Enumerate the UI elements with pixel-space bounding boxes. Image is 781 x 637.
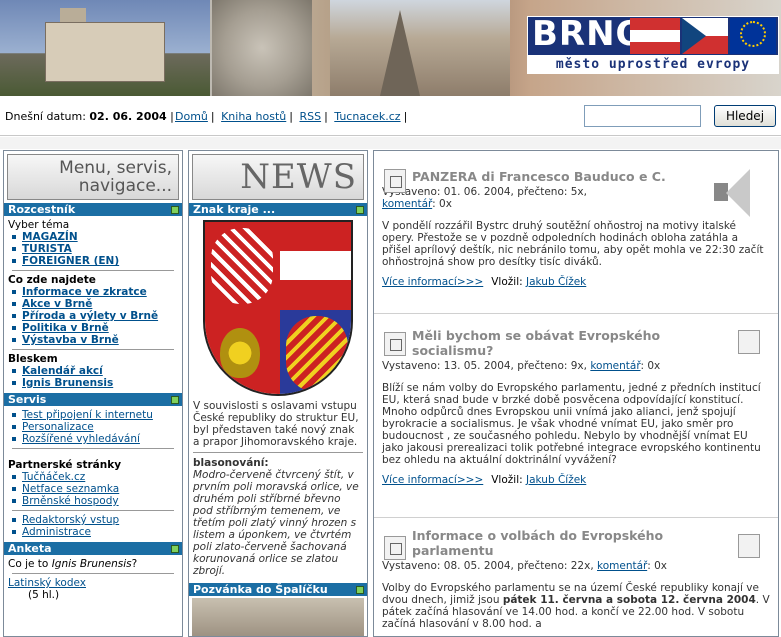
home-link[interactable]: Domů bbox=[175, 110, 208, 123]
poll-option-link[interactable]: Latinský kodex bbox=[8, 577, 86, 589]
article-title[interactable]: Informace o volbách do Evropského parlam… bbox=[412, 528, 682, 558]
region-coat-of-arms-image bbox=[203, 220, 353, 396]
article-body: Blíží se nám volby do Evropského parlame… bbox=[382, 382, 761, 466]
find-construction-link[interactable]: Výstavba v Brně bbox=[22, 334, 119, 346]
servis-header: Servis bbox=[4, 393, 182, 406]
article-meta: Vystaveno: 13. 05. 2004, přečteno: 9x, k… bbox=[382, 360, 661, 372]
article-meta: Vystaveno: 08. 05. 2004, přečteno: 22x, … bbox=[382, 560, 667, 572]
poll-votes: (5 hl.) bbox=[28, 589, 60, 601]
administration-link[interactable]: Administrace bbox=[22, 526, 91, 538]
more-info-link[interactable]: Více informací>>> bbox=[382, 474, 483, 486]
document-icon bbox=[384, 536, 406, 560]
find-nature-link[interactable]: Příroda a výlety v Brně bbox=[22, 310, 158, 322]
rozcestnik-header: Rozcestník bbox=[4, 203, 182, 216]
church-photo bbox=[330, 0, 510, 96]
brand-logo-text: BRNO bbox=[532, 14, 646, 54]
eu-flag-icon bbox=[730, 18, 776, 54]
document-icon bbox=[738, 330, 760, 354]
comment-link[interactable]: komentář bbox=[597, 560, 647, 572]
calendar-link[interactable]: Kalendář akcí bbox=[22, 365, 103, 377]
left-sidebar: Menu, servis, navigace... Rozcestník Vyb… bbox=[3, 150, 183, 637]
topic-foreigner-link[interactable]: FOREIGNER (EN) bbox=[22, 255, 119, 267]
article-item: Informace o volbách do Evropského parlam… bbox=[374, 518, 778, 634]
top-nav: Domů | Kniha hostů | RSS | Tucnacek.cz | bbox=[175, 110, 408, 123]
find-info-link[interactable]: Informace ve zkratce bbox=[22, 286, 147, 298]
poll-question: Co je to Ignis Brunensis? bbox=[8, 558, 138, 570]
editor-login-link[interactable]: Redaktorský vstup bbox=[22, 514, 119, 526]
comment-link[interactable]: komentář bbox=[590, 360, 640, 372]
article-title[interactable]: Měli bychom se obávat Evropského sociali… bbox=[412, 328, 672, 358]
find-politics-link[interactable]: Politika v Brně bbox=[22, 322, 109, 334]
more-info-link[interactable]: Více informací>>> bbox=[382, 276, 483, 288]
comment-link[interactable]: komentář bbox=[382, 198, 432, 210]
pozvanka-header: Pozvánka do Špalíčku bbox=[189, 583, 367, 596]
article-body: V pondělí rozzářil Bystrc druhý soutěžní… bbox=[382, 220, 764, 268]
ignis-link[interactable]: Ignis Brunensis bbox=[22, 377, 113, 389]
czech-flag-icon bbox=[682, 18, 728, 54]
article-body: Volby do Evropského parlamentu se na úze… bbox=[382, 582, 770, 630]
rozcestnik-block: Vyber téma MAGAZÍN TURISTA FOREIGNER (EN… bbox=[4, 216, 182, 391]
rss-link[interactable]: RSS bbox=[299, 110, 321, 123]
znak-header: Znak kraje ... bbox=[189, 203, 367, 216]
current-date: Dnešní datum: 02. 06. 2004 | bbox=[5, 110, 174, 123]
document-icon bbox=[384, 332, 406, 356]
article-item: Měli bychom se obávat Evropského sociali… bbox=[374, 314, 778, 518]
author-link[interactable]: Jakub Čížek bbox=[526, 474, 586, 486]
anketa-header: Anketa bbox=[4, 542, 182, 555]
tucnacek-link[interactable]: Tucnacek.cz bbox=[334, 110, 400, 123]
topic-turista-link[interactable]: TURISTA bbox=[22, 243, 72, 255]
search-input[interactable] bbox=[584, 105, 701, 127]
search-button[interactable]: Hledej bbox=[714, 105, 776, 127]
partner-hospody-link[interactable]: Brněnské hospody bbox=[22, 495, 119, 507]
poll-block: Co je to Ignis Brunensis? Latinský kodex… bbox=[4, 555, 182, 603]
news-banner-image: NEWS bbox=[192, 154, 364, 200]
partner-tucnacek-link[interactable]: Tučňáček.cz bbox=[22, 471, 85, 483]
castle-photo bbox=[0, 0, 210, 96]
blason-text: Modro-červeně čtvrcený štít, v prvním po… bbox=[193, 469, 359, 577]
brno-flag-icon bbox=[630, 18, 680, 54]
city-seal-image bbox=[212, 0, 312, 96]
document-icon bbox=[384, 169, 406, 193]
servis-block: Test připojení k internetu Personalizace… bbox=[4, 406, 182, 540]
advanced-search-link[interactable]: Rozšířené vyhledávání bbox=[22, 433, 140, 445]
article-meta: Vystaveno: 01. 06. 2004, přečteno: 5x, ko… bbox=[382, 186, 587, 210]
connection-test-link[interactable]: Test připojení k internetu bbox=[22, 409, 153, 421]
znak-description: V souvislosti s oslavami vstupu České re… bbox=[193, 400, 359, 448]
personalization-link[interactable]: Personalizace bbox=[22, 421, 94, 433]
brand-subtitle: město uprostřed evropy bbox=[527, 56, 779, 74]
guestbook-link[interactable]: Kniha hostů bbox=[221, 110, 286, 123]
article-item: PANZERA di Francesco Bauduco e C. Vystav… bbox=[374, 151, 778, 314]
blason-block: blasonování: Modro-červeně čtvrcený štít… bbox=[193, 457, 359, 577]
topic-magazin-link[interactable]: MAGAZÍN bbox=[22, 231, 78, 243]
menu-banner-image: Menu, servis, navigace... bbox=[7, 154, 179, 200]
document-icon bbox=[738, 534, 760, 558]
news-column: PANZERA di Francesco Bauduco e C. Vystav… bbox=[373, 150, 779, 637]
find-events-link[interactable]: Akce v Brně bbox=[22, 298, 92, 310]
author-link[interactable]: Jakub Čížek bbox=[526, 276, 586, 288]
middle-column: NEWS Znak kraje ... V souvislosti s osla… bbox=[188, 150, 368, 637]
partner-netface-link[interactable]: Netface seznamka bbox=[22, 483, 119, 495]
separator-strip bbox=[0, 137, 781, 149]
spalicek-photo bbox=[192, 598, 364, 636]
speaker-icon bbox=[714, 167, 760, 225]
